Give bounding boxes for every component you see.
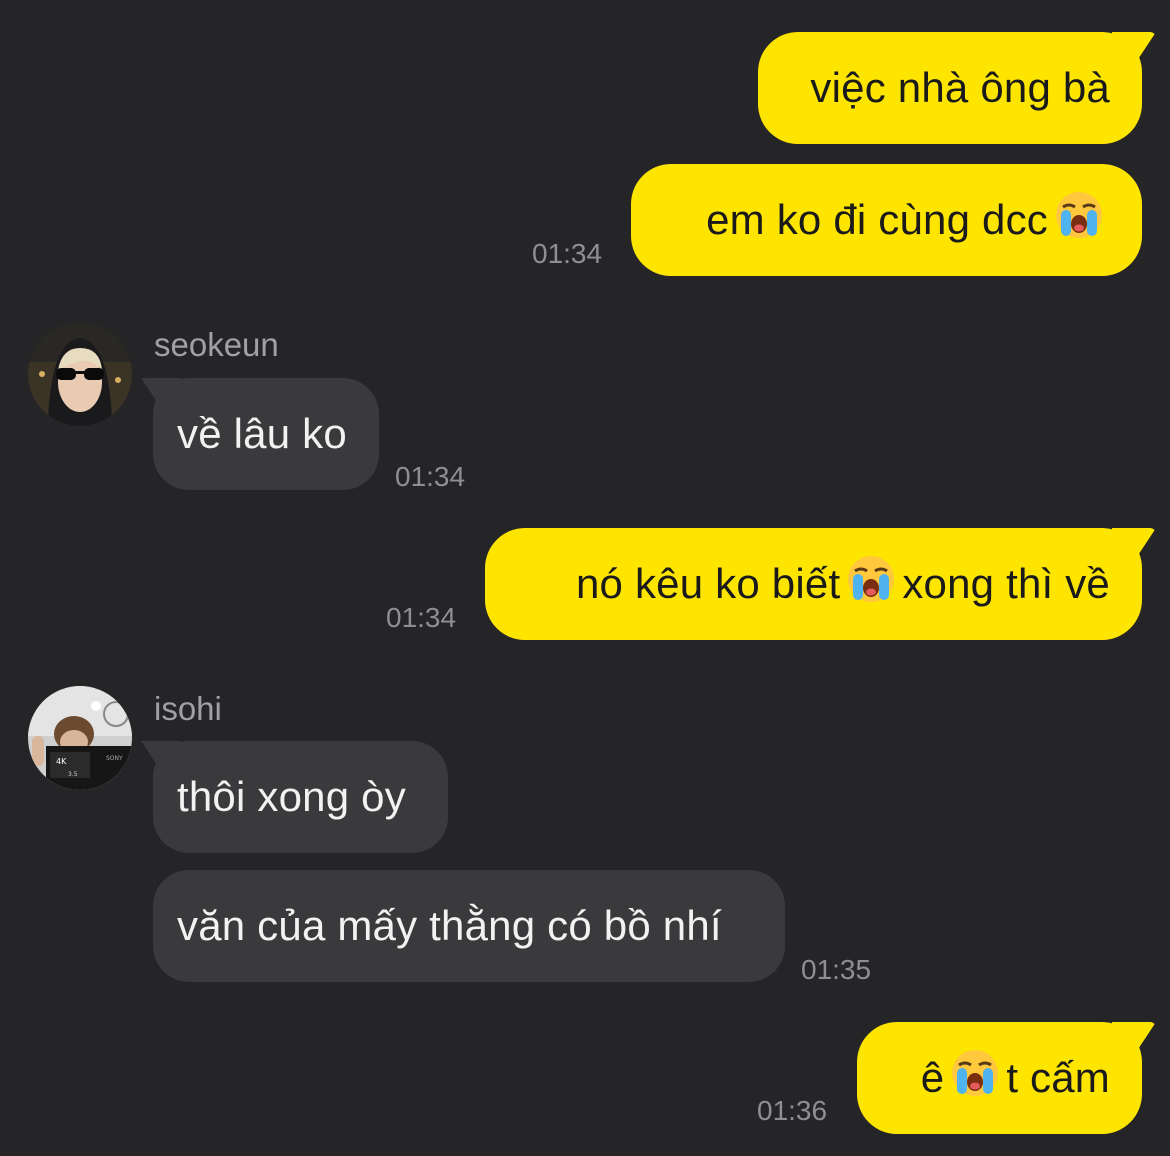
message-text: t cấm [1006,1054,1110,1101]
their-message-bubble[interactable]: thôi xong òy [153,741,448,853]
message-text: xong thì về [902,560,1110,607]
loudly-crying-face-icon [1054,190,1104,250]
avatar-seokeun[interactable] [28,322,132,426]
svg-text:3.5: 3.5 [68,771,78,778]
message-text: ê [920,1054,945,1101]
sender-name: isohi [154,690,222,727]
their-message-bubble[interactable]: về lâu ko [153,378,379,490]
avatar-isohi-image: 4K 3.5 SONY [28,686,132,790]
timestamp: 01:35 [801,954,872,985]
avatar-isohi[interactable]: 4K 3.5 SONY [28,686,132,790]
timestamp: 01:34 [532,238,603,269]
message-text: thôi xong òy [177,773,406,820]
message-text: về lâu ko [177,410,347,457]
my-message-bubble[interactable]: nó kêu ko biết xong thì về [485,528,1142,640]
svg-text:4K: 4K [56,757,67,766]
message-text: văn của mấy thằng có bồ nhí [177,902,722,949]
avatar-seokeun-image [28,322,132,426]
timestamp: 01:34 [395,461,466,492]
message-text: việc nhà ông bà [810,64,1110,111]
my-message-bubble[interactable]: em ko đi cùng dcc [631,164,1142,276]
my-message-bubble[interactable]: việc nhà ông bà [758,32,1142,144]
loudly-crying-face-icon [950,1048,1000,1108]
my-message-bubble[interactable]: ê t cấm [857,1022,1142,1134]
svg-text:SONY: SONY [106,755,123,762]
sender-name: seokeun [154,326,279,363]
message-text: nó kêu ko biết [576,560,841,607]
message-text: em ko đi cùng dcc [706,196,1048,243]
chat-view: việc nhà ông bà em ko đi cùng dcc 01:34 [0,0,1170,1156]
loudly-crying-face-icon [952,1050,999,1096]
loudly-crying-face-icon [848,556,895,602]
loudly-crying-face-icon [846,554,896,614]
timestamp: 01:34 [386,602,457,633]
their-message-bubble[interactable]: văn của mấy thằng có bồ nhí [153,870,785,982]
timestamp: 01:36 [757,1095,828,1126]
loudly-crying-face-icon [1056,192,1102,238]
